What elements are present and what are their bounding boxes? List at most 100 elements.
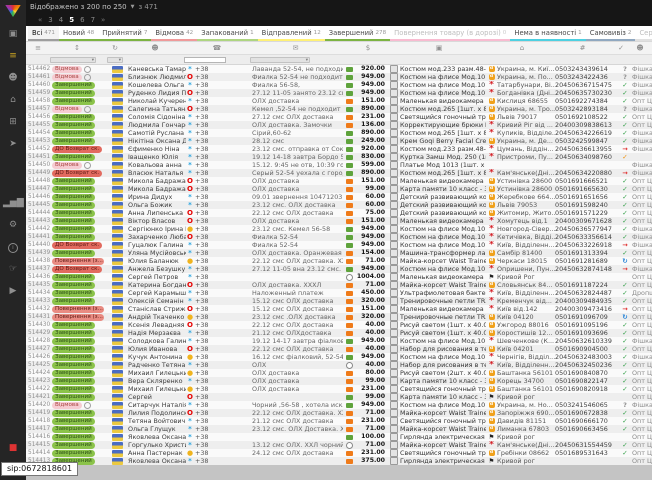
column-phone[interactable]: ☎ xyxy=(184,42,250,54)
info-icon[interactable]: i xyxy=(3,239,23,255)
table-row[interactable]: 514442ЗавершенийСергіюнко Ірина Ми...●+3… xyxy=(26,225,652,233)
phone-cell[interactable]: *+38 xyxy=(186,337,252,345)
clients-icon[interactable]: ☻ xyxy=(3,70,23,86)
column-payment[interactable] xyxy=(341,42,353,54)
tab-Повернення товару (в дорозі)[interactable]: Повернення товару (в дорозі)0 xyxy=(390,26,510,41)
tab-Всі[interactable]: Всі471 xyxy=(28,26,59,41)
tab-Завершений[interactable]: Завершений278 xyxy=(325,26,390,41)
table-row[interactable]: 514445ЗавершенийОльга Божик*+3823.12 смс… xyxy=(26,201,652,209)
column-price[interactable]: $ xyxy=(353,42,383,54)
table-row[interactable]: 514458ЗавершенийНиколай Кучеренко*+38ОЛХ… xyxy=(26,97,652,105)
table-row[interactable]: 514436ЗавершенийСергей Петров*+381004.00… xyxy=(26,273,652,281)
table-row[interactable]: 514417ЗавершенийОльга Глущук*+3823.12 см… xyxy=(26,425,652,433)
table-row[interactable]: 514432Повернення (з...Станіслав СтрижакO… xyxy=(26,305,652,313)
table-row[interactable]: 514437ДО Возврат ск.Анжела Безушку*+3827… xyxy=(26,265,652,273)
column-product[interactable]: ▣ xyxy=(396,42,482,54)
table-row[interactable]: 514443ЗавершенийВіктор ВласовO+38ОЛХ дос… xyxy=(26,217,652,225)
phone-cell[interactable]: *+38 xyxy=(186,161,252,169)
table-row[interactable]: 514459ЗавершенийРуденко Лидия Пав...O+38… xyxy=(26,89,652,97)
phone-cell[interactable]: *+38 xyxy=(186,401,252,409)
table-row[interactable]: 514416ЗавершенийЯковлева Оксана*+38100.0… xyxy=(26,433,652,441)
page-button-7[interactable]: 7 xyxy=(91,16,95,24)
tab-Нема в наявності[interactable]: Нема в наявності1 xyxy=(510,26,585,41)
table-row[interactable]: 514461ВідмоваБлизнюк Людмила ...O+38Фиал… xyxy=(26,73,652,81)
tab-Відправлений[interactable]: Відправлений12 xyxy=(258,26,325,41)
table-row[interactable]: 514421ЗавершенийСергейO+3899.00Карта пам… xyxy=(26,393,652,401)
table-row[interactable]: 514429ЗавершенийНадія Мерзаєва*+3821.12 … xyxy=(26,329,652,337)
table-row[interactable]: 514418ЗавершенийТетяна Войтович*+3821.12… xyxy=(26,417,652,425)
table-row[interactable]: 514425ЗавершенийРадченко Тетяна*+38ОЛХ40… xyxy=(26,361,652,369)
phone-cell[interactable]: *+38 xyxy=(186,153,252,161)
table-row[interactable]: 514414ЗавершенийАнна Пастернак●+3824.12 … xyxy=(26,449,652,457)
tab-Прийнятий[interactable]: Прийнятий7 xyxy=(98,26,151,41)
table-row[interactable]: 514454ЗавершенийСамотій Руслана Во...*+3… xyxy=(26,129,652,137)
column-product-icon[interactable] xyxy=(383,42,396,54)
tab-Сервіси[interactable]: Сервіси0 xyxy=(635,26,652,41)
phone-cell[interactable]: O+38 xyxy=(186,209,252,217)
table-row[interactable]: 514435ЗавершенийКатерина БогдановаO+38ОЛ… xyxy=(26,281,652,289)
phone-cell[interactable]: O+38 xyxy=(186,217,252,225)
filter-dropdown[interactable]: ▾ xyxy=(107,57,123,63)
phone-cell[interactable]: O+38 xyxy=(186,409,252,417)
column-client-type[interactable]: ☻ xyxy=(628,42,652,54)
phone-cell[interactable]: *+38 xyxy=(186,417,252,425)
phone-cell[interactable]: ●+38 xyxy=(186,225,252,233)
table-row[interactable]: 514439ЗавершенийУляна Мусійовська*+38ОЛХ… xyxy=(26,249,652,257)
phone-cell[interactable]: *+38 xyxy=(186,425,252,433)
phone-cell[interactable]: *+38 xyxy=(186,329,252,337)
table-row[interactable]: 514462ВідмоваКаневська Тамара ..*+38Лава… xyxy=(26,65,652,73)
orders-icon[interactable]: ≡ xyxy=(3,48,23,64)
phone-cell[interactable]: *+38 xyxy=(186,81,252,89)
alert-icon[interactable]: ■ xyxy=(3,440,23,456)
phone-cell[interactable]: O+38 xyxy=(186,89,252,97)
phone-cell[interactable]: *+38 xyxy=(186,193,252,201)
table-row[interactable]: 514440ДО Возврат ск.Гуцалюк Галина*+38Фи… xyxy=(26,241,652,249)
table-row[interactable]: 514430ЗавершенийКсенія ЛевадняяO+3822.12… xyxy=(26,321,652,329)
phone-cell[interactable]: *+38 xyxy=(186,137,252,145)
first-page-button[interactable]: « xyxy=(38,16,42,24)
phone-cell[interactable]: O+38 xyxy=(186,73,252,81)
page-button-4[interactable]: 4 xyxy=(59,16,63,24)
phone-cell[interactable]: O+38 xyxy=(186,185,252,193)
tab-Запакований[interactable]: Запакований1 xyxy=(197,26,257,41)
column-address[interactable]: ⌂ xyxy=(493,42,551,54)
phone-cell[interactable]: *+38 xyxy=(186,241,252,249)
column-id[interactable]: ≡ xyxy=(26,42,50,54)
phone-cell[interactable]: *+38 xyxy=(186,289,252,297)
phone-cell[interactable]: O+38 xyxy=(186,305,252,313)
table-row[interactable]: 514448ЗавершенийМикола БадражанO+38ОЛХ д… xyxy=(26,177,652,185)
phone-cell[interactable]: ●+38 xyxy=(186,369,252,377)
table-row[interactable]: 514441ЗавершенийЗахарченко ЛюбаO+38Фиалк… xyxy=(26,233,652,241)
column-comment[interactable]: ✉ xyxy=(250,42,341,54)
filter-input[interactable] xyxy=(184,57,226,63)
phone-cell[interactable]: ●+38 xyxy=(186,313,252,321)
phone-cell[interactable]: ●+38 xyxy=(186,353,252,361)
campaigns-icon[interactable]: ➤ xyxy=(3,136,23,152)
column-country[interactable]: ↻ xyxy=(104,42,126,54)
phone-cell[interactable]: *+38 xyxy=(186,145,252,153)
phone-cell[interactable]: *+38 xyxy=(186,169,252,177)
table-row[interactable]: 514420ВідмоваСитарчук Наталія Гр...*+38Ч… xyxy=(26,401,652,409)
phone-cell[interactable]: O+38 xyxy=(186,345,252,353)
table-row[interactable]: 514438Повернення (з...Юлия Баланюк●+3822… xyxy=(26,257,652,265)
stats-icon[interactable]: ▂▅▇ xyxy=(3,195,23,211)
table-row[interactable]: 514447ЗавершенийМикола БадражанO+38ОЛХ д… xyxy=(26,185,652,193)
table-row[interactable]: 514452ДО Возврат ск.Єфименко Ніна*+3823.… xyxy=(26,145,652,153)
table-row[interactable]: 514415ЗавершенийГоргулько Христина...*+3… xyxy=(26,441,652,449)
filter-dropdown[interactable]: ▾ xyxy=(250,57,310,63)
settings-icon[interactable]: ⚙ xyxy=(3,217,23,233)
table-row[interactable]: 514456ЗавершенийСоломія Сідоніна*+3827.1… xyxy=(26,113,652,121)
page-button-5[interactable]: 5 xyxy=(69,16,74,24)
filter-dropdown[interactable]: ▾ xyxy=(50,57,96,63)
table-row[interactable]: 514460ЗавершенийКошелева Ольга Ар...*+38… xyxy=(26,81,652,89)
phone-cell[interactable]: O+38 xyxy=(186,233,252,241)
table-row[interactable]: 514424ЗавершенийМихаил Гилецький●+38ОЛХ … xyxy=(26,369,652,377)
phone-cell[interactable]: ●+38 xyxy=(186,449,252,457)
column-delivery[interactable] xyxy=(482,42,493,54)
table-row[interactable]: 514422ЗавершенийМихаил Гилецький●+38ОЛХ … xyxy=(26,385,652,393)
table-row[interactable]: 514433ЗавершенийОлексій Семанін*+3815.12… xyxy=(26,297,652,305)
table-row[interactable]: 514457ВідмоваСалегина Татьяна С...O+38Ке… xyxy=(26,105,652,113)
cart-icon[interactable]: ⊞ xyxy=(3,114,23,130)
phone-cell[interactable]: *+38 xyxy=(186,97,252,105)
phone-cell[interactable]: *+38 xyxy=(186,361,252,369)
